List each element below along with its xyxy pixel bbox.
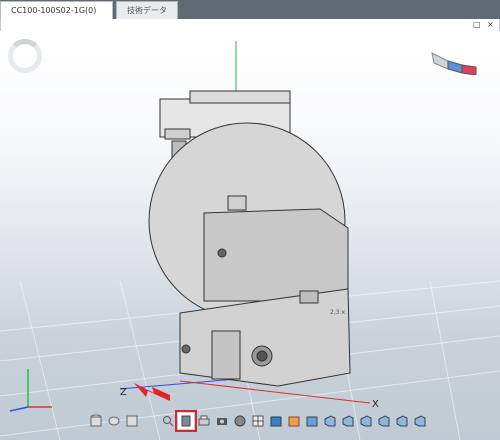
maximize-button[interactable]: □ bbox=[473, 20, 481, 30]
box-iso-icon[interactable] bbox=[412, 413, 428, 429]
stereo-3d-glasses-icon[interactable] bbox=[430, 45, 480, 75]
floor-grid bbox=[0, 41, 500, 440]
box-back-icon[interactable] bbox=[322, 413, 338, 429]
close-button[interactable]: × bbox=[487, 20, 494, 30]
box-blue-icon[interactable] bbox=[286, 413, 302, 429]
color-icon[interactable] bbox=[268, 413, 284, 429]
tab-technical-data[interactable]: 技術データ bbox=[116, 1, 178, 19]
display-mode-icon[interactable] bbox=[232, 413, 248, 429]
box-bottom-icon[interactable] bbox=[394, 413, 410, 429]
window-controls: □ × bbox=[0, 19, 500, 31]
cylinder-top-icon[interactable] bbox=[106, 413, 122, 429]
3d-viewport[interactable]: Z X 2,3 x bbox=[0, 31, 500, 440]
tab-model-label: CC100-100S02-1G(0) bbox=[11, 6, 97, 15]
cylinder-front-icon[interactable] bbox=[124, 413, 140, 429]
camera-icon[interactable] bbox=[214, 413, 230, 429]
grid-icon[interactable] bbox=[250, 413, 266, 429]
tab-technical-data-label: 技術データ bbox=[127, 6, 167, 15]
separator bbox=[142, 413, 158, 429]
axis-label-z: Z bbox=[120, 387, 127, 398]
cylinder-view-icon[interactable] bbox=[88, 413, 104, 429]
box-top-icon[interactable] bbox=[376, 413, 392, 429]
box-left-icon[interactable] bbox=[340, 413, 356, 429]
axis-label-x: X bbox=[372, 399, 379, 410]
box-front-icon[interactable] bbox=[304, 413, 320, 429]
axis-triad bbox=[9, 369, 52, 412]
tab-model[interactable]: CC100-100S02-1G(0) bbox=[0, 1, 113, 19]
pointer-arrow bbox=[134, 383, 170, 401]
view-toolbar bbox=[88, 410, 428, 432]
loading-spinner bbox=[8, 39, 42, 73]
dimension-label: 2,3 x bbox=[330, 309, 345, 316]
section-view-icon[interactable] bbox=[175, 410, 197, 432]
zoom-icon[interactable] bbox=[160, 413, 176, 429]
tab-bar: CC100-100S02-1G(0) 技術データ bbox=[0, 0, 500, 19]
box-right-icon[interactable] bbox=[358, 413, 374, 429]
print-icon[interactable] bbox=[196, 413, 212, 429]
